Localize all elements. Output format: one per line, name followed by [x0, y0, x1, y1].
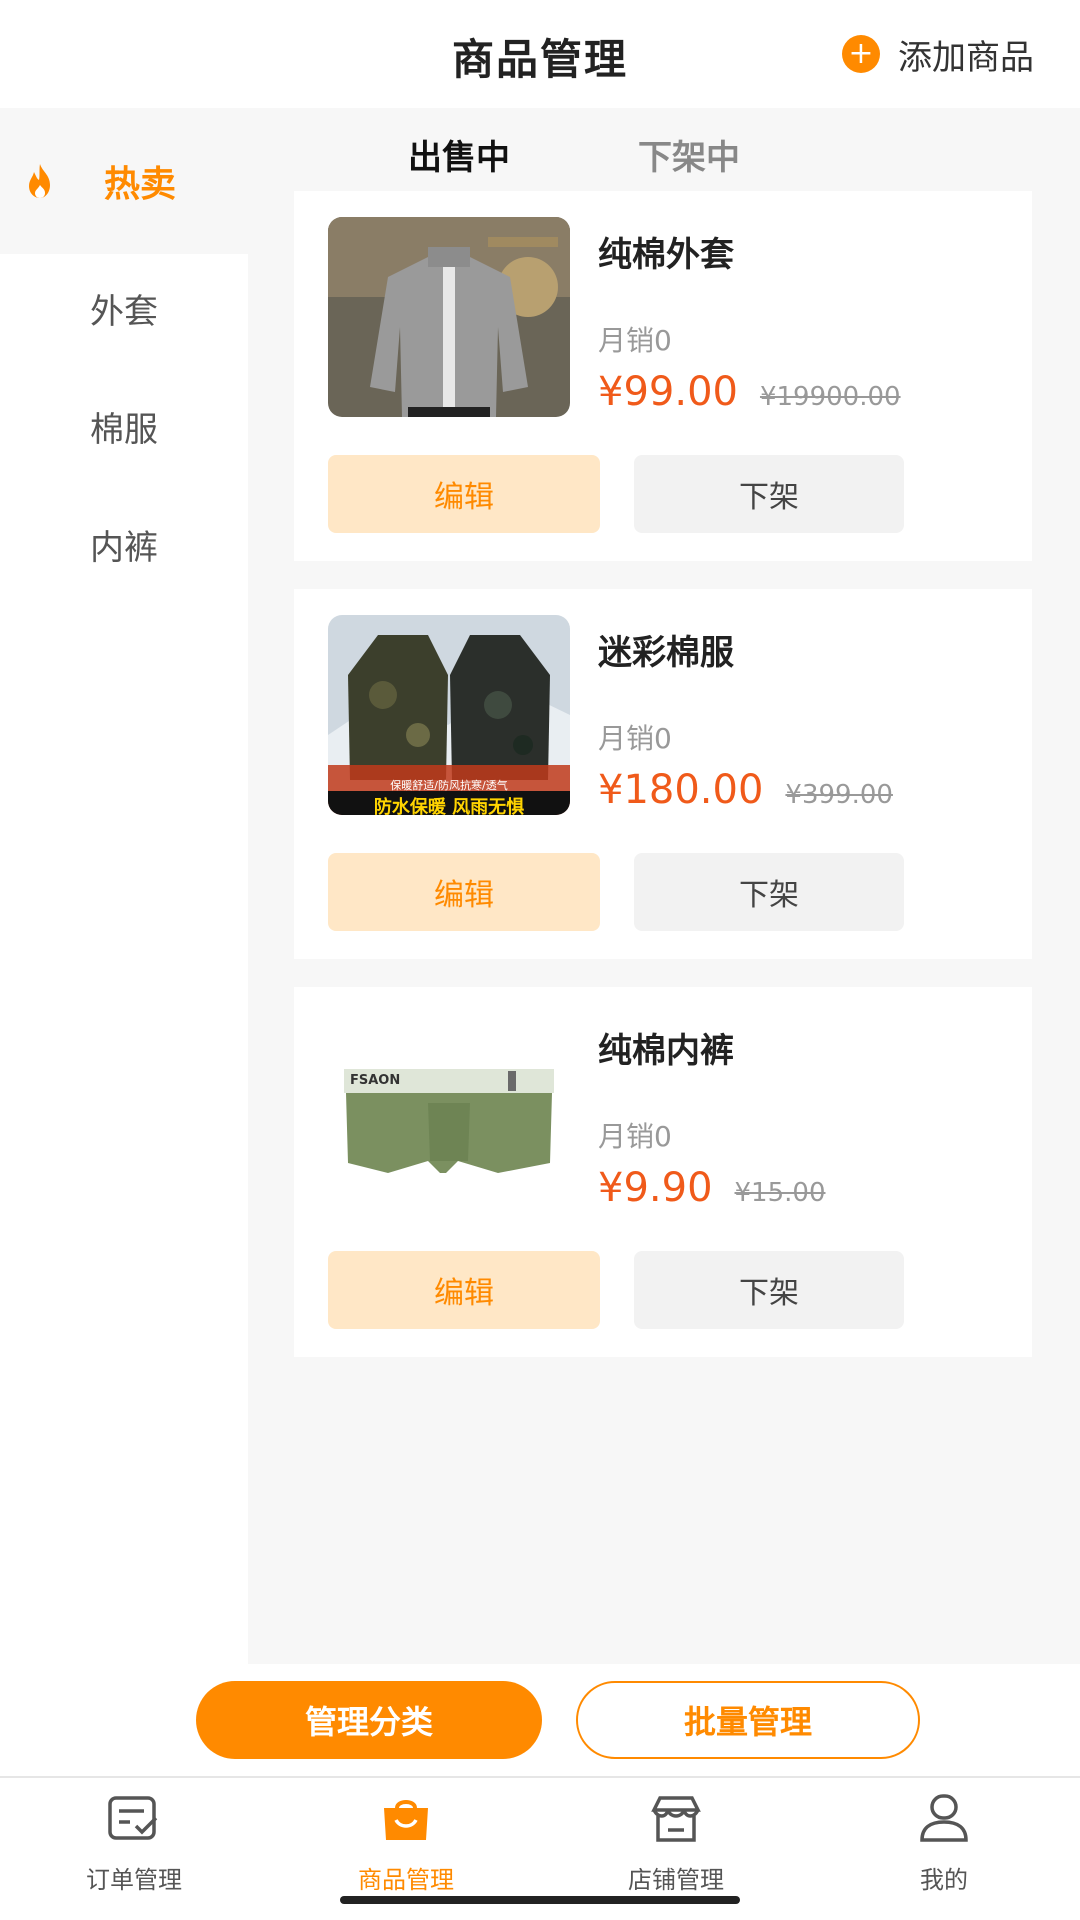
price-row: ¥180.00 ¥399.00: [598, 767, 893, 813]
sidebar-item-label: 热卖: [104, 164, 177, 205]
original-price: ¥399.00: [785, 780, 893, 810]
tab-off-shelf[interactable]: 下架中: [638, 130, 740, 179]
nav-item-store[interactable]: 店铺管理: [566, 1794, 786, 1895]
product-management-page: 商品管理 + 添加商品 热卖 外套 棉服 内裤 出售中 下架中 纯棉外套 月销0…: [0, 0, 1080, 1920]
add-product-button[interactable]: + 添加商品: [842, 30, 1034, 78]
main-content: 热卖 外套 棉服 内裤 出售中 下架中 纯棉外套 月销0 ¥99.00 ¥199…: [0, 108, 1080, 1664]
price-row: ¥99.00 ¥19900.00: [598, 369, 901, 415]
shopping-bag-icon: [384, 1800, 428, 1840]
edit-button[interactable]: 编辑: [328, 455, 600, 533]
product-price: ¥99.00: [598, 369, 738, 415]
bottom-actions: 管理分类 批量管理: [0, 1664, 1080, 1776]
nav-label: 我的: [920, 1866, 968, 1894]
take-off-shelf-button[interactable]: 下架: [634, 1251, 904, 1329]
product-price: ¥9.90: [598, 1165, 713, 1211]
manage-category-button[interactable]: 管理分类: [196, 1681, 542, 1759]
product-name: 纯棉外套: [598, 235, 734, 275]
sidebar-item-coat[interactable]: 外套: [0, 272, 248, 352]
product-price: ¥180.00: [598, 767, 764, 813]
user-icon: [920, 1794, 968, 1842]
product-name: 迷彩棉服: [598, 633, 734, 673]
store-icon: [651, 1796, 701, 1842]
add-product-label: 添加商品: [898, 37, 1034, 78]
header: 商品管理 + 添加商品: [0, 0, 1080, 108]
sidebar-item-hot[interactable]: 热卖: [0, 108, 248, 254]
monthly-sales: 月销0: [598, 1120, 672, 1153]
plus-circle-icon: +: [842, 35, 880, 73]
sidebar-item-cotton-clothing[interactable]: 棉服: [0, 390, 248, 470]
take-off-shelf-button[interactable]: 下架: [634, 455, 904, 533]
image-caption-small: 保暖舒适/防风抗寒/透气: [390, 779, 508, 792]
product-card: 保暖舒适/防风抗寒/透气 防水保暖 风雨无惧 迷彩棉服 月销0 ¥180.00 …: [294, 589, 1032, 959]
nav-label: 订单管理: [86, 1866, 182, 1894]
nav-item-me[interactable]: 我的: [834, 1794, 1054, 1895]
original-price: ¥15.00: [734, 1178, 826, 1208]
home-indicator[interactable]: [340, 1896, 740, 1904]
image-brand-text: FSAON: [350, 1073, 401, 1088]
order-list-icon: [108, 1796, 158, 1840]
image-caption-banner: 防水保暖 风雨无惧: [373, 797, 525, 815]
edit-button[interactable]: 编辑: [328, 1251, 600, 1329]
product-image-camo-jacket[interactable]: 保暖舒适/防风抗寒/透气 防水保暖 风雨无惧: [328, 615, 570, 815]
take-off-shelf-button[interactable]: 下架: [634, 853, 904, 931]
product-image-jacket[interactable]: [328, 217, 570, 417]
batch-manage-button[interactable]: 批量管理: [576, 1681, 920, 1759]
category-sidebar: 热卖 外套 棉服 内裤: [0, 108, 248, 1664]
tab-on-sale[interactable]: 出售中: [408, 130, 510, 179]
fire-icon: [29, 164, 50, 198]
edit-button[interactable]: 编辑: [328, 853, 600, 931]
nav-item-products[interactable]: 商品管理: [296, 1794, 516, 1895]
product-image-underwear[interactable]: FSAON: [328, 1013, 570, 1213]
product-name: 纯棉内裤: [598, 1031, 734, 1071]
product-card: FSAON 纯棉内裤 月销0 ¥9.90 ¥15.00 编辑 下架: [294, 987, 1032, 1357]
monthly-sales: 月销0: [598, 722, 672, 755]
nav-label: 店铺管理: [628, 1866, 724, 1894]
nav-item-orders[interactable]: 订单管理: [24, 1794, 244, 1895]
price-row: ¥9.90 ¥15.00: [598, 1165, 826, 1211]
product-card: 纯棉外套 月销0 ¥99.00 ¥19900.00 编辑 下架: [294, 191, 1032, 561]
monthly-sales: 月销0: [598, 324, 672, 357]
original-price: ¥19900.00: [759, 382, 901, 412]
status-tabs: 出售中 下架中: [248, 108, 1080, 188]
sidebar-item-underwear[interactable]: 内裤: [0, 508, 248, 588]
nav-label: 商品管理: [358, 1866, 454, 1894]
